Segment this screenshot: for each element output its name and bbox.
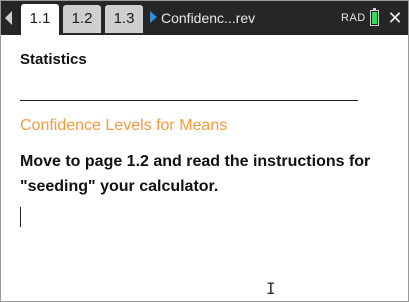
tab-1-2[interactable]: 1.2 bbox=[63, 5, 101, 33]
titlebar: 1.1 1.2 1.3 Confidenc...rev RAD ✕ bbox=[1, 1, 408, 35]
chevron-left-icon[interactable] bbox=[5, 11, 12, 25]
close-icon[interactable]: ✕ bbox=[387, 9, 403, 27]
instructions-text: Move to page 1.2 and read the instructio… bbox=[20, 153, 371, 195]
tab-1-3[interactable]: 1.3 bbox=[105, 5, 143, 33]
text-caret bbox=[20, 207, 21, 227]
angle-mode-indicator: RAD bbox=[341, 12, 366, 24]
ibeam-cursor-icon: I bbox=[266, 279, 276, 298]
play-icon bbox=[150, 11, 157, 23]
page-subtitle: Confidence Levels for Means bbox=[20, 117, 228, 134]
battery-icon bbox=[370, 10, 379, 26]
document-window: 1.1 1.2 1.3 Confidenc...rev RAD ✕ Statis… bbox=[0, 0, 409, 302]
battery-level-fill bbox=[372, 12, 377, 24]
divider-line bbox=[20, 100, 358, 101]
page-heading: Statistics bbox=[20, 51, 87, 68]
document-title[interactable]: Confidenc...rev bbox=[161, 1, 255, 35]
tab-1-1[interactable]: 1.1 bbox=[21, 4, 59, 35]
